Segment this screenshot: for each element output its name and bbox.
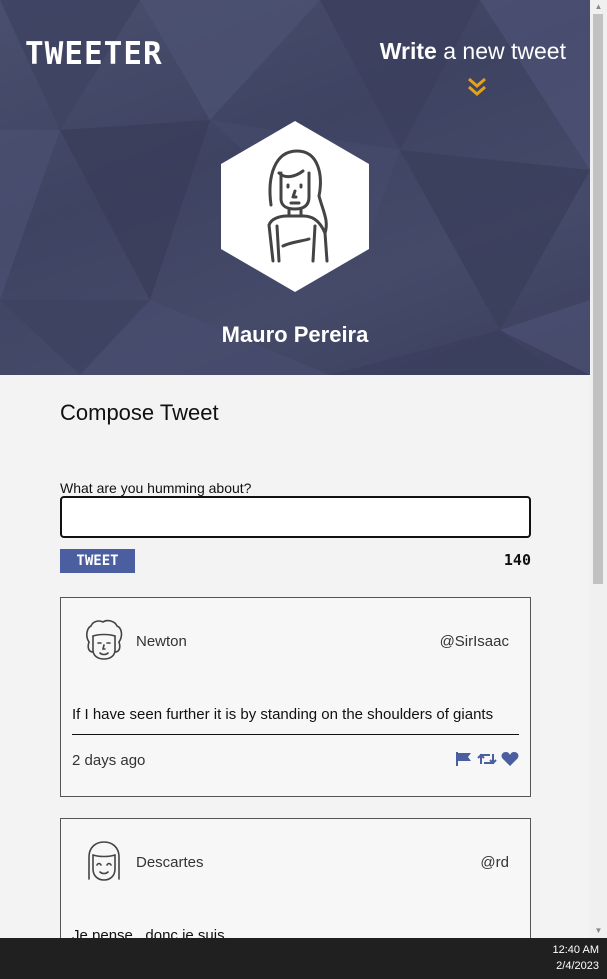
tweet-prompt-label: What are you humming about?	[60, 480, 252, 496]
tweet-card: Descartes @rd Je pense , donc je suis	[60, 818, 531, 938]
system-clock[interactable]: 12:40 AM 2/4/2023	[553, 942, 599, 974]
os-taskbar: 12:40 AM 2/4/2023	[0, 938, 607, 979]
profile-avatar	[221, 121, 369, 292]
clock-date: 2/4/2023	[556, 960, 599, 972]
write-new-tweet-link[interactable]: Write a new tweet	[380, 38, 566, 65]
newton-avatar-icon	[86, 619, 123, 660]
compose-title: Compose Tweet	[60, 400, 219, 425]
tweet-card: Newton @SirIsaac If I have seen further …	[60, 597, 531, 797]
clock-time: 12:40 AM	[552, 944, 599, 956]
profile-header: TWEETER Write a new tweet Mauro Pereira	[0, 0, 590, 375]
write-label-rest: a new tweet	[436, 38, 566, 64]
tweet-actions	[455, 751, 519, 767]
tweet-author-handle: @rd	[480, 854, 509, 871]
heart-icon[interactable]	[501, 751, 519, 767]
app-logo[interactable]: TWEETER	[25, 36, 163, 72]
flag-icon[interactable]	[455, 751, 473, 767]
descartes-avatar-icon	[88, 841, 120, 881]
chevron-double-down-icon[interactable]	[466, 76, 488, 98]
scrollbar-thumb[interactable]	[593, 14, 603, 584]
tweet-timestamp: 2 days ago	[72, 752, 146, 769]
tweet-text: Je pense , donc je suis	[72, 927, 225, 938]
profile-username: Mauro Pereira	[221, 322, 369, 347]
vertical-scrollbar[interactable]: ▲ ▼	[590, 0, 607, 938]
scroll-down-arrow-icon[interactable]: ▼	[590, 924, 607, 938]
tweet-input[interactable]	[60, 496, 531, 538]
tweet-text: If I have seen further it is by standing…	[72, 706, 494, 723]
character-counter: 140	[503, 551, 531, 569]
retweet-icon[interactable]	[477, 751, 497, 767]
tweet-author-name: Newton	[136, 633, 187, 650]
write-label-bold: Write	[379, 38, 437, 64]
browser-viewport: TWEETER Write a new tweet Mauro Pereira …	[0, 0, 590, 938]
scroll-up-arrow-icon[interactable]: ▲	[590, 0, 607, 14]
tweet-author-name: Descartes	[136, 854, 204, 871]
tweet-button[interactable]: TWEET	[60, 549, 135, 573]
tweet-author-handle: @SirIsaac	[439, 633, 509, 650]
tweet-divider	[72, 734, 519, 735]
